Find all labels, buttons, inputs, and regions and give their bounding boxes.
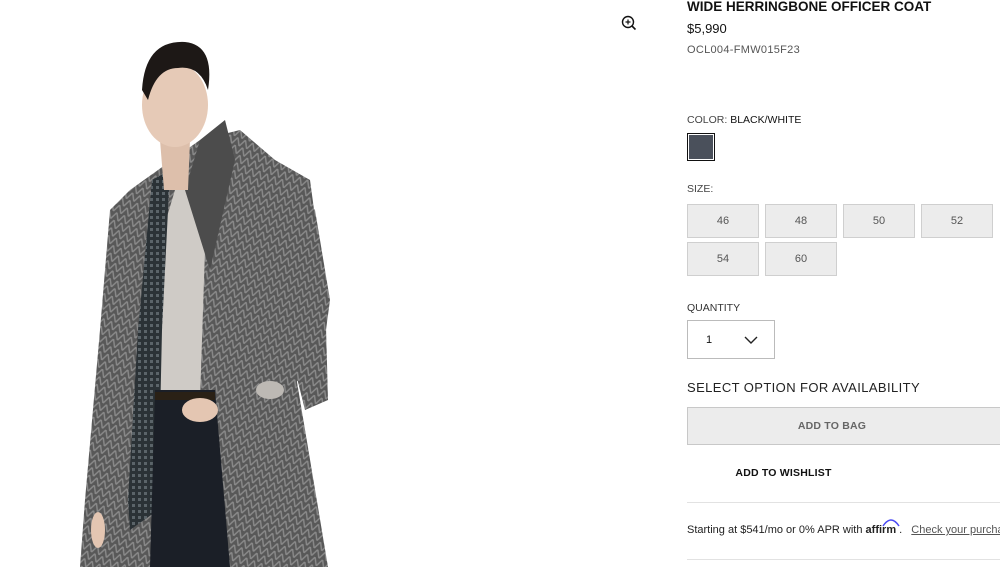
color-value: BLACK/WHITE [730, 114, 802, 126]
quantity-value: 1 [706, 333, 713, 346]
product-price: $5,990 [687, 21, 727, 36]
color-row: COLOR: BLACK/WHITE [687, 114, 801, 126]
chevron-down-icon [744, 336, 758, 344]
affirm-financing: Starting at $541/mo or 0% APR with affir… [687, 519, 1000, 536]
size-option-52[interactable]: 52 [921, 204, 993, 238]
size-option-48[interactable]: 48 [765, 204, 837, 238]
product-image[interactable] [60, 30, 360, 567]
size-option-46[interactable]: 46 [687, 204, 759, 238]
color-label: COLOR: [687, 114, 728, 126]
divider [687, 502, 1000, 503]
product-gallery [0, 0, 660, 567]
financing-period: . [899, 524, 903, 536]
affirm-arc-icon [881, 519, 900, 527]
availability-text: SELECT OPTION FOR AVAILABILITY [687, 380, 921, 395]
quantity-select[interactable]: 1 [687, 320, 775, 359]
size-option-50[interactable]: 50 [843, 204, 915, 238]
add-to-wishlist-button[interactable]: ADD TO WISHLIST [687, 467, 1000, 479]
check-purchasing-power-link[interactable]: Check your purchasing power [911, 524, 1000, 536]
size-option-54[interactable]: 54 [687, 242, 759, 276]
quantity-label: QUANTITY [687, 302, 741, 314]
add-to-bag-button[interactable]: ADD TO BAG [687, 407, 1000, 445]
color-swatch-black-white[interactable] [687, 133, 715, 161]
financing-text: Starting at $541/mo or 0% APR with [687, 524, 863, 536]
product-details: WIDE HERRINGBONE OFFICER COAT $5,990 OCL… [687, 0, 1000, 567]
affirm-logo: affirm [866, 519, 900, 536]
size-label: SIZE: [687, 183, 714, 195]
swatch-fill [689, 135, 713, 159]
zoom-in-icon[interactable] [619, 13, 639, 33]
size-option-60[interactable]: 60 [765, 242, 837, 276]
product-sku: OCL004-FMW015F23 [687, 44, 801, 56]
product-title: WIDE HERRINGBONE OFFICER COAT [687, 0, 932, 14]
divider [687, 559, 1000, 560]
